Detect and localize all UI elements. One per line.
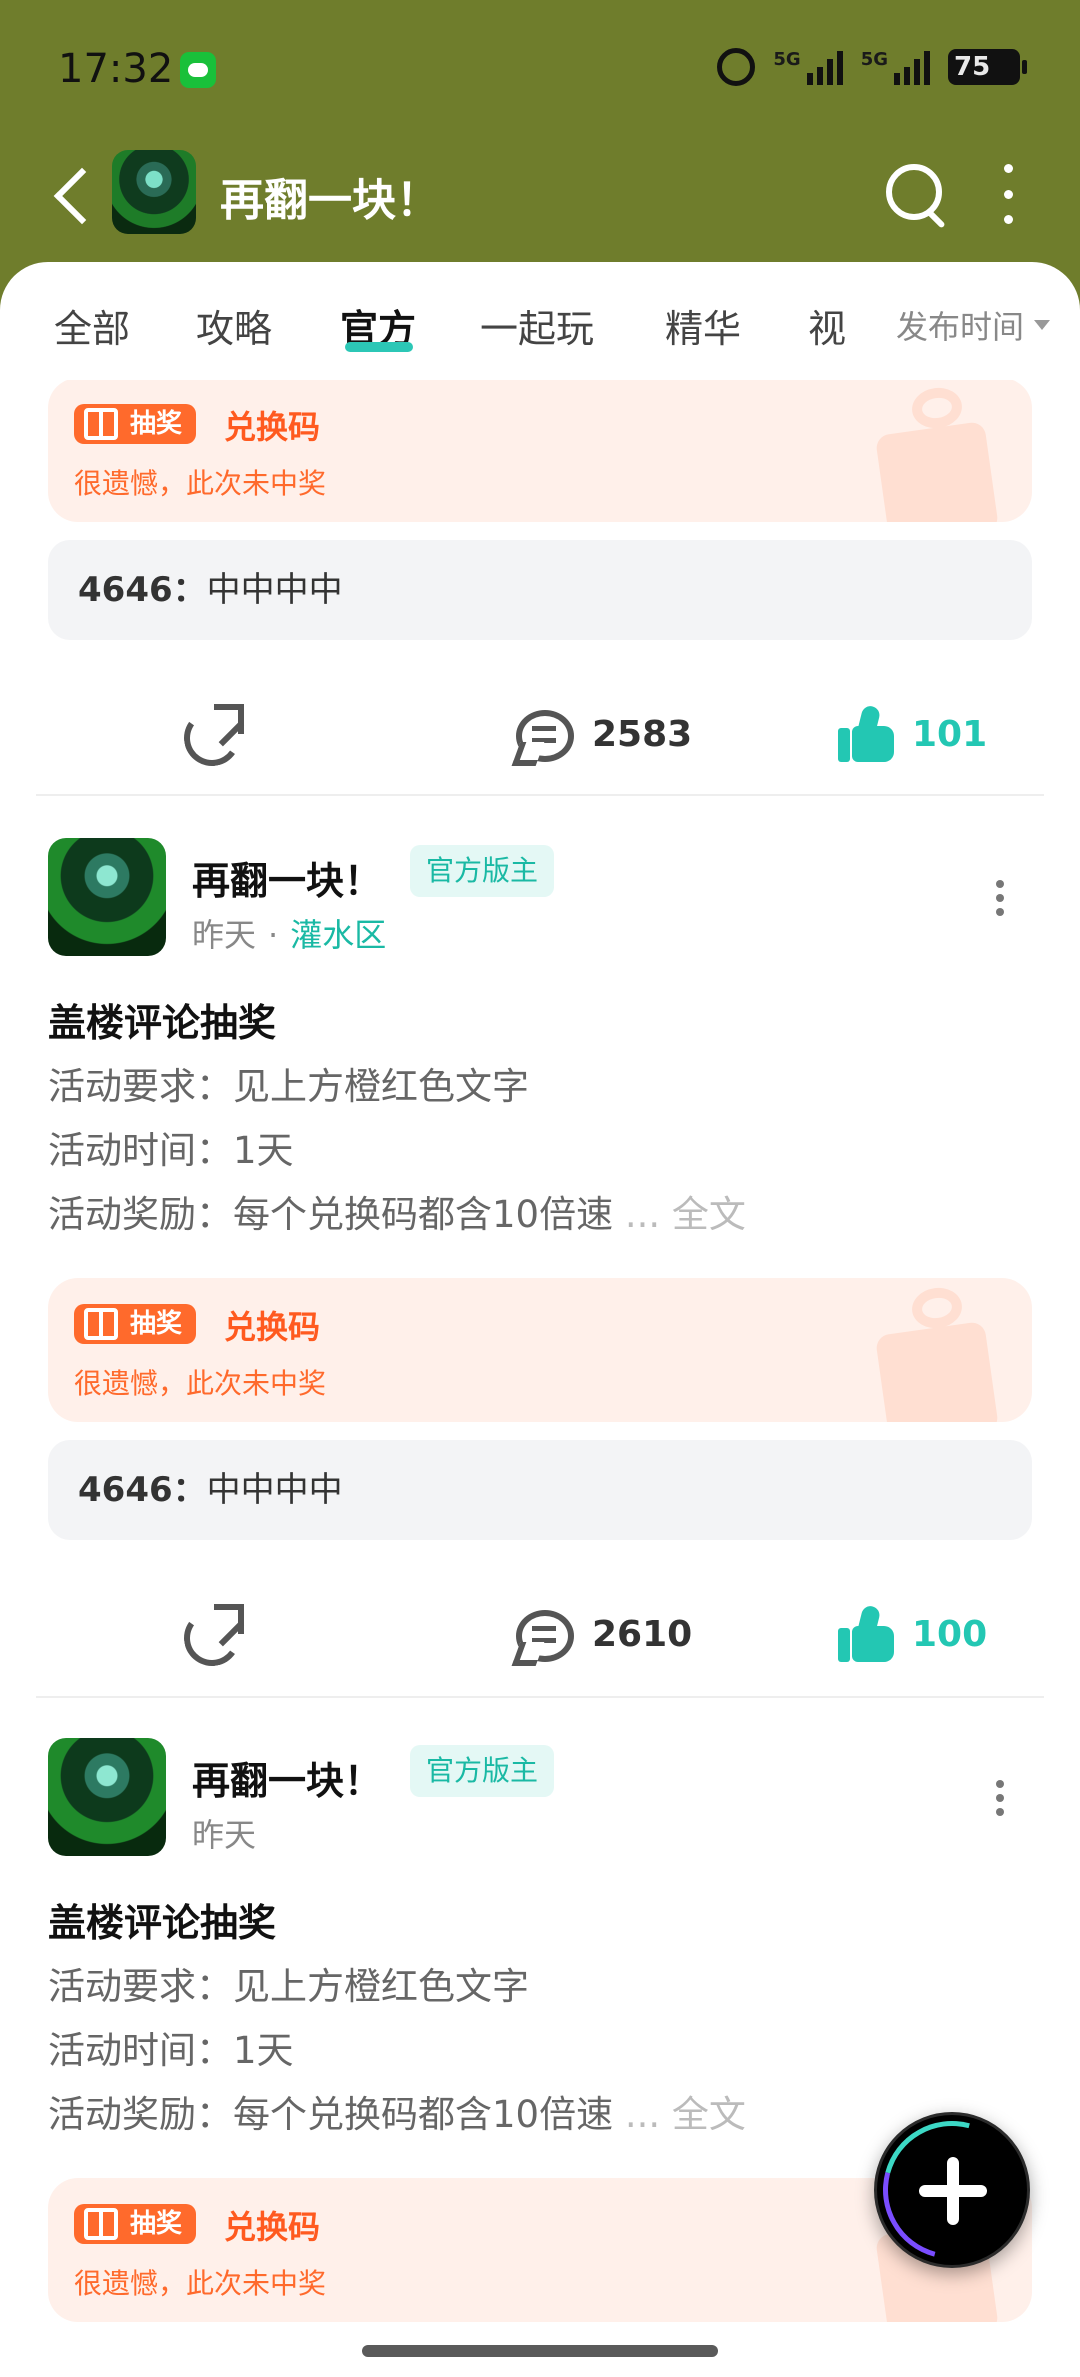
lottery-badge-label: 抽奖 xyxy=(130,2209,183,2239)
lottery-badge-label: 抽奖 xyxy=(130,409,183,439)
more-vertical-icon[interactable] xyxy=(998,164,1018,224)
tab-play-together[interactable]: 一起玩 xyxy=(480,298,594,353)
signal-icon: 5G xyxy=(861,49,930,85)
like-icon[interactable] xyxy=(838,704,896,764)
comment-count[interactable]: 2583 xyxy=(592,714,692,755)
post-body-text: 活动奖励：每个兑换码都含10倍速 xyxy=(48,2093,614,2136)
post-meta: 昨天 · 灌水区 xyxy=(192,910,386,956)
create-post-button[interactable] xyxy=(857,2095,1047,2285)
comment-author: 4646： xyxy=(78,570,207,610)
post-time: 昨天 xyxy=(192,916,257,954)
post-body-line: 活动奖励：每个兑换码都含10倍速 ... 全文 xyxy=(48,1184,746,1238)
lottery-result: 很遗憾，此次未中奖 xyxy=(74,1367,327,1400)
lottery-result: 很遗憾，此次未中奖 xyxy=(74,467,327,500)
gift-icon xyxy=(84,408,118,440)
tab-all[interactable]: 全部 xyxy=(54,298,130,353)
active-tab-indicator xyxy=(345,342,413,352)
post-divider xyxy=(36,794,1044,796)
alarm-icon xyxy=(717,48,756,86)
like-count[interactable]: 100 xyxy=(912,1614,987,1655)
post-title[interactable]: 盖楼评论抽奖 xyxy=(48,992,276,1047)
post-board-link[interactable]: 灌水区 xyxy=(290,916,386,954)
wechat-notification-icon xyxy=(180,52,216,88)
post-action-bar: 2583 101 xyxy=(0,700,1080,780)
author-avatar[interactable] xyxy=(48,838,166,956)
share-arrow-icon xyxy=(214,1604,244,1634)
comment-author: 4646： xyxy=(78,1470,207,1510)
tab-guides[interactable]: 攻略 xyxy=(196,298,272,353)
search-icon[interactable] xyxy=(884,162,948,226)
gift-watermark-icon xyxy=(872,1284,1000,1422)
official-moderator-badge: 官方版主 xyxy=(410,845,555,897)
tab-featured[interactable]: 精华 xyxy=(665,298,741,353)
back-icon[interactable] xyxy=(48,162,98,232)
lottery-badge: 抽奖 xyxy=(74,1304,197,1344)
lottery-badge-label: 抽奖 xyxy=(130,1309,183,1339)
comment-icon[interactable] xyxy=(516,710,574,762)
sort-dropdown[interactable]: 发布时间 xyxy=(881,302,1050,348)
lottery-result: 很遗憾，此次未中奖 xyxy=(74,2267,327,2300)
author-avatar[interactable] xyxy=(48,1738,166,1856)
post-feed[interactable]: 抽奖 兑换码 很遗憾，此次未中奖 4646：中中中中 2583 101 再翻一块… xyxy=(0,380,1080,2377)
main-content: 全部 攻略 官方 一起玩 精华 视 发布时间 抽奖 兑换码 很遗憾，此次未中奖 … xyxy=(0,262,1080,2377)
top-comment[interactable]: 4646：中中中中 xyxy=(48,540,1032,640)
comment-text: 中中中中 xyxy=(206,570,343,610)
game-avatar[interactable] xyxy=(112,150,196,234)
post-author[interactable]: 再翻一块！ xyxy=(192,850,382,905)
sort-label: 发布时间 xyxy=(895,308,1024,346)
gift-icon xyxy=(84,1308,118,1340)
post-author[interactable]: 再翻一块！ xyxy=(192,1750,382,1805)
share-arrow-icon xyxy=(214,704,244,734)
post-body-text: 活动奖励：每个兑换码都含10倍速 xyxy=(48,1193,614,1236)
meta-separator: · xyxy=(268,916,279,954)
lottery-badge: 抽奖 xyxy=(74,404,197,444)
post-time: 昨天 xyxy=(192,1816,257,1854)
post-meta: 昨天 xyxy=(192,1810,256,1856)
post-more-icon[interactable] xyxy=(994,1780,1006,1816)
post-body-line: 活动奖励：每个兑换码都含10倍速 ... 全文 xyxy=(48,2084,746,2138)
read-more-link[interactable]: ... 全文 xyxy=(625,2093,746,2136)
tab-video[interactable]: 视 xyxy=(808,298,846,353)
comment-text: 中中中中 xyxy=(206,1470,343,1510)
comment-icon[interactable] xyxy=(516,1610,574,1662)
post-more-icon[interactable] xyxy=(994,880,1006,916)
status-time: 17:32 xyxy=(58,46,174,92)
post-body-line: 活动时间：1天 xyxy=(48,1129,294,1172)
comment-count[interactable]: 2610 xyxy=(592,1614,692,1655)
lottery-prize-type: 兑换码 xyxy=(224,1308,321,1346)
post-title[interactable]: 盖楼评论抽奖 xyxy=(48,1892,276,1947)
lottery-badge: 抽奖 xyxy=(74,2204,197,2244)
like-count[interactable]: 101 xyxy=(912,714,987,755)
official-moderator-badge: 官方版主 xyxy=(410,1745,555,1797)
status-icons: 5G 5G 75 xyxy=(717,48,1027,86)
post-body-line: 活动要求：见上方橙红色文字 xyxy=(48,1965,529,2008)
battery-icon: 75 xyxy=(948,49,1027,85)
status-bar: 17:32 5G 5G 75 xyxy=(0,0,1080,140)
read-more-link[interactable]: ... 全文 xyxy=(625,1193,746,1236)
page-title[interactable]: 再翻一块！ xyxy=(220,164,440,228)
gift-icon xyxy=(84,2208,118,2240)
tab-bar: 全部 攻略 官方 一起玩 精华 视 发布时间 xyxy=(0,262,1080,382)
lottery-prize-type: 兑换码 xyxy=(224,408,321,446)
post-divider xyxy=(36,1696,1044,1698)
network-type-label: 5G xyxy=(773,49,801,70)
post-body-line: 活动时间：1天 xyxy=(48,2029,294,2072)
post-action-bar: 2610 100 xyxy=(0,1600,1080,1680)
network-type-label: 5G xyxy=(860,49,888,70)
top-comment[interactable]: 4646：中中中中 xyxy=(48,1440,1032,1540)
signal-icon: 5G xyxy=(773,49,843,85)
home-indicator[interactable] xyxy=(362,2345,718,2357)
like-icon[interactable] xyxy=(838,1604,896,1664)
lottery-card[interactable]: 抽奖 兑换码 很遗憾，此次未中奖 xyxy=(48,380,1032,522)
app-header: 再翻一块！ xyxy=(0,140,1080,260)
lottery-prize-type: 兑换码 xyxy=(224,2208,321,2246)
post-body-line: 活动要求：见上方橙红色文字 xyxy=(48,1065,529,1108)
lottery-card[interactable]: 抽奖 兑换码 很遗憾，此次未中奖 xyxy=(48,1278,1032,1422)
caret-down-icon xyxy=(1034,320,1050,330)
gift-watermark-icon xyxy=(872,384,1000,522)
